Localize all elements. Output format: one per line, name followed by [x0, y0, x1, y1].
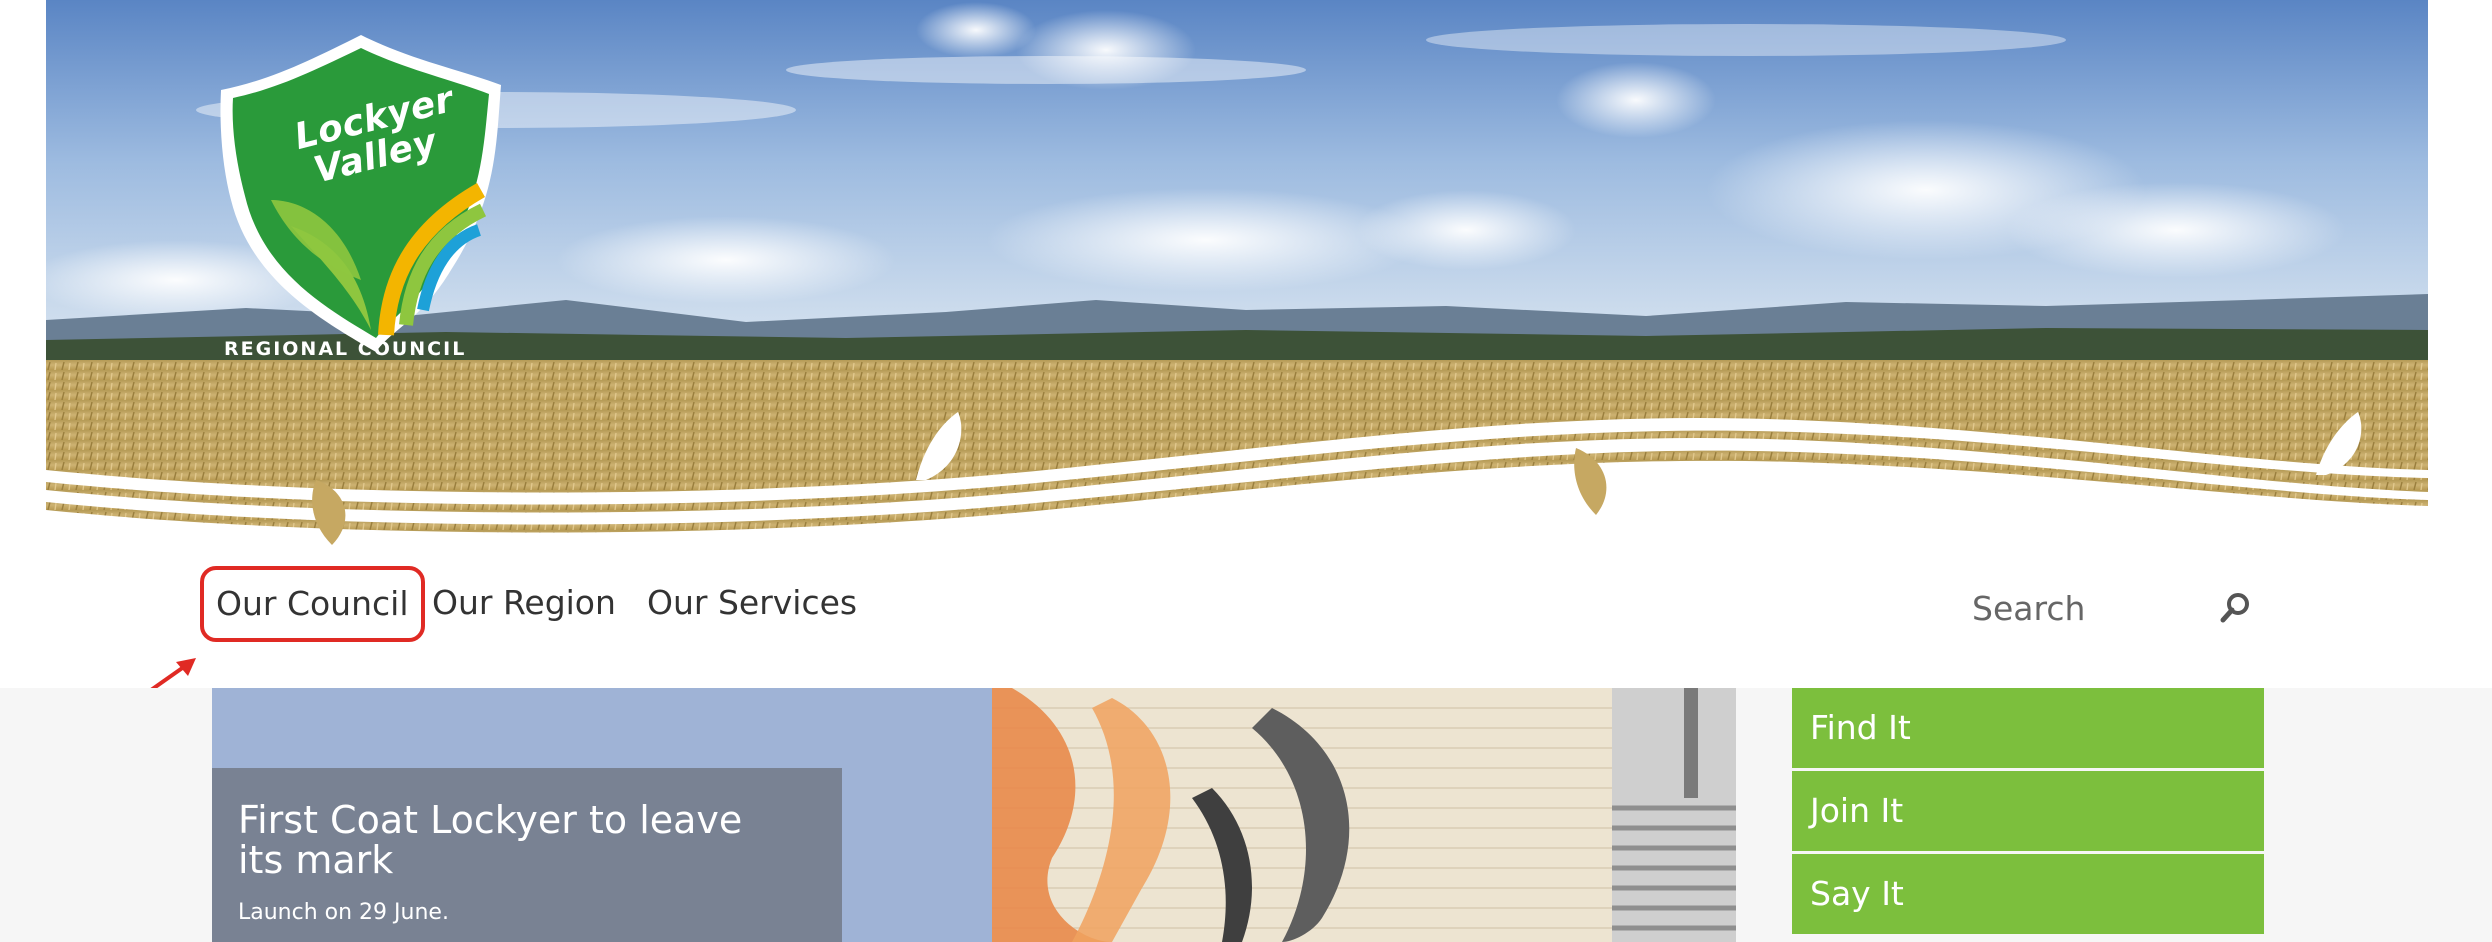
search-icon: [2220, 593, 2249, 623]
logo-shield-icon: [220, 35, 501, 352]
quick-link-find-it[interactable]: Find It: [1792, 688, 2264, 768]
hero-slide[interactable]: First Coat Lockyer to leave its mark Lau…: [212, 688, 1736, 942]
nav-item-our-services[interactable]: Our Services: [647, 568, 857, 638]
quick-links: Find It Join It Say It: [1792, 688, 2264, 937]
search-input[interactable]: [1960, 578, 2224, 638]
nav-item-our-council[interactable]: Our Council: [200, 566, 425, 642]
hero-title[interactable]: First Coat Lockyer to leave its mark: [238, 800, 798, 880]
header-banner: Lockyer Valley REGIONAL COUNCIL: [46, 0, 2428, 545]
council-logo[interactable]: Lockyer Valley: [211, 30, 521, 370]
search-box: [1960, 578, 2260, 638]
search-button[interactable]: [2218, 590, 2254, 626]
quick-link-say-it[interactable]: Say It: [1792, 854, 2264, 934]
hero-caption-panel: First Coat Lockyer to leave its mark Lau…: [212, 768, 842, 942]
quick-link-join-it[interactable]: Join It: [1792, 771, 2264, 851]
hero-subtitle: Launch on 29 June.: [238, 900, 449, 925]
nav-item-our-region[interactable]: Our Region: [432, 568, 616, 638]
logo-caption: REGIONAL COUNCIL: [224, 338, 467, 360]
